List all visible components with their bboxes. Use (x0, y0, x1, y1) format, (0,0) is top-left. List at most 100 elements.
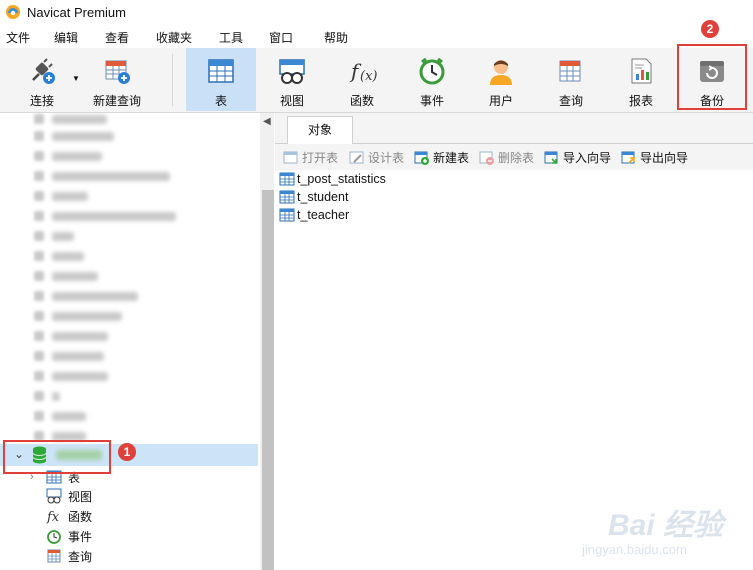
tree-node-events-label: 事件 (68, 529, 93, 544)
delete-table-icon (479, 151, 494, 165)
connect-button[interactable]: 连接 (16, 48, 68, 111)
event-label: 事件 (419, 94, 444, 108)
tree-item-blurred[interactable] (34, 390, 60, 402)
tab-objects[interactable]: 对象 (287, 116, 353, 144)
function-label: 函数 (349, 94, 374, 108)
new-query-icon (105, 60, 130, 84)
tree-item-blurred[interactable] (34, 190, 88, 202)
object-toolbar: 打开表 设计表 新建表 删除表 导入向导 导出向导 (275, 144, 753, 170)
query-button[interactable]: 查询 (536, 48, 606, 111)
tree-item-blurred[interactable] (34, 370, 108, 382)
table-label: 表 (214, 94, 227, 108)
table-object-name: t_teacher (297, 208, 350, 222)
window-title: Navicat Premium (27, 4, 126, 20)
menu-tools[interactable]: 工具 (219, 29, 243, 46)
plug-icon (32, 58, 55, 84)
svg-text:fx: fx (46, 510, 60, 524)
menu-view[interactable]: 查看 (105, 29, 129, 46)
report-label: 报表 (628, 94, 653, 108)
table-button[interactable]: 表 (186, 48, 256, 111)
export-wizard-label: 导出向导 (640, 151, 689, 165)
tree-item-blurred[interactable] (34, 410, 86, 422)
tree-item-blurred[interactable] (34, 290, 138, 302)
tree-item-blurred[interactable] (34, 350, 104, 362)
tree-scrollbar-thumb[interactable] (262, 190, 274, 570)
table-object-list: t_post_statistics t_student t_teacher (279, 170, 386, 224)
tree-item-blurred[interactable] (34, 170, 170, 182)
tab-scroll-left-icon[interactable]: ◀ (263, 116, 271, 127)
clock-icon (47, 530, 61, 544)
query-icon (559, 60, 581, 82)
tree-item-blurred[interactable] (34, 113, 107, 125)
tree-node-events[interactable]: 事件 (46, 527, 92, 545)
connect-dropdown-icon[interactable]: ▼ (72, 74, 80, 83)
table-icon (279, 190, 295, 204)
user-icon (490, 60, 512, 85)
tree-item-blurred[interactable] (34, 310, 122, 322)
tab-strip: ◀ 对象 (263, 113, 753, 144)
tree-node-views-label: 视图 (68, 489, 93, 504)
svg-text:(x): (x) (360, 69, 377, 84)
connect-label: 连接 (29, 94, 54, 108)
view-label: 视图 (279, 94, 304, 108)
new-table-label: 新建表 (433, 151, 470, 165)
tree-item-blurred[interactable] (34, 250, 84, 262)
menu-help[interactable]: 帮助 (324, 29, 348, 46)
new-query-label: 新建查询 (92, 94, 141, 108)
function-button[interactable]: f (x) 函数 (327, 48, 397, 111)
watermark-brand: Bai 经验 (608, 509, 724, 542)
tree-item-blurred[interactable] (34, 210, 176, 222)
menu-edit[interactable]: 编辑 (54, 29, 78, 46)
delete-table-label: 删除表 (498, 151, 535, 165)
new-query-button[interactable]: 新建查询 (86, 48, 148, 111)
design-table-button[interactable]: 设计表 (349, 149, 404, 166)
tree-item-blurred[interactable] (34, 330, 108, 342)
table-icon (279, 208, 295, 222)
database-highlight-box (3, 440, 111, 474)
report-button[interactable]: 报表 (606, 48, 676, 111)
table-icon (279, 172, 295, 186)
view-icon (46, 488, 62, 504)
title-bar: Navicat Premium (0, 0, 753, 24)
table-object-name: t_post_statistics (297, 172, 386, 186)
design-table-label: 设计表 (368, 151, 405, 165)
tree-node-functions[interactable]: fx 函数 (46, 507, 92, 525)
menu-file[interactable]: 文件 (6, 29, 30, 46)
annotation-badge-1: 1 (118, 443, 136, 461)
export-icon (621, 151, 635, 164)
tree-item-blurred[interactable] (34, 130, 114, 142)
menu-window[interactable]: 窗口 (269, 29, 293, 46)
new-table-icon (414, 151, 429, 165)
table-icon (208, 59, 234, 83)
view-icon (279, 59, 305, 84)
export-wizard-button[interactable]: 导出向导 (621, 149, 688, 166)
event-button[interactable]: 事件 (397, 48, 467, 111)
delete-table-button[interactable]: 删除表 (479, 149, 534, 166)
table-object-name: t_student (297, 190, 349, 204)
navicat-logo-icon (6, 5, 20, 19)
backup-highlight-box (677, 44, 747, 110)
table-object-item[interactable]: t_student (279, 188, 386, 206)
new-table-button[interactable]: 新建表 (414, 149, 469, 166)
open-table-button[interactable]: 打开表 (283, 149, 338, 166)
design-table-icon (349, 151, 364, 164)
function-icon: fx (46, 510, 60, 524)
table-object-item[interactable]: t_teacher (279, 206, 386, 224)
menu-favorites[interactable]: 收藏夹 (156, 29, 192, 46)
tree-item-blurred[interactable] (34, 150, 102, 162)
user-button[interactable]: 用户 (466, 48, 536, 111)
function-icon: f (x) (349, 59, 377, 84)
toolbar-separator (172, 54, 173, 106)
tree-node-views[interactable]: 视图 (46, 487, 92, 505)
tree-item-blurred[interactable] (34, 270, 98, 282)
tree-node-queries[interactable]: 查询 (46, 547, 92, 565)
view-button[interactable]: 视图 (257, 48, 327, 111)
import-wizard-label: 导入向导 (563, 151, 612, 165)
tree-node-queries-label: 查询 (68, 549, 93, 564)
annotation-badge-2: 2 (701, 20, 719, 38)
report-icon (631, 58, 652, 84)
tree-item-blurred[interactable] (34, 230, 74, 242)
import-wizard-button[interactable]: 导入向导 (544, 149, 611, 166)
tree-node-functions-label: 函数 (68, 509, 93, 524)
table-object-item[interactable]: t_post_statistics (279, 170, 386, 188)
